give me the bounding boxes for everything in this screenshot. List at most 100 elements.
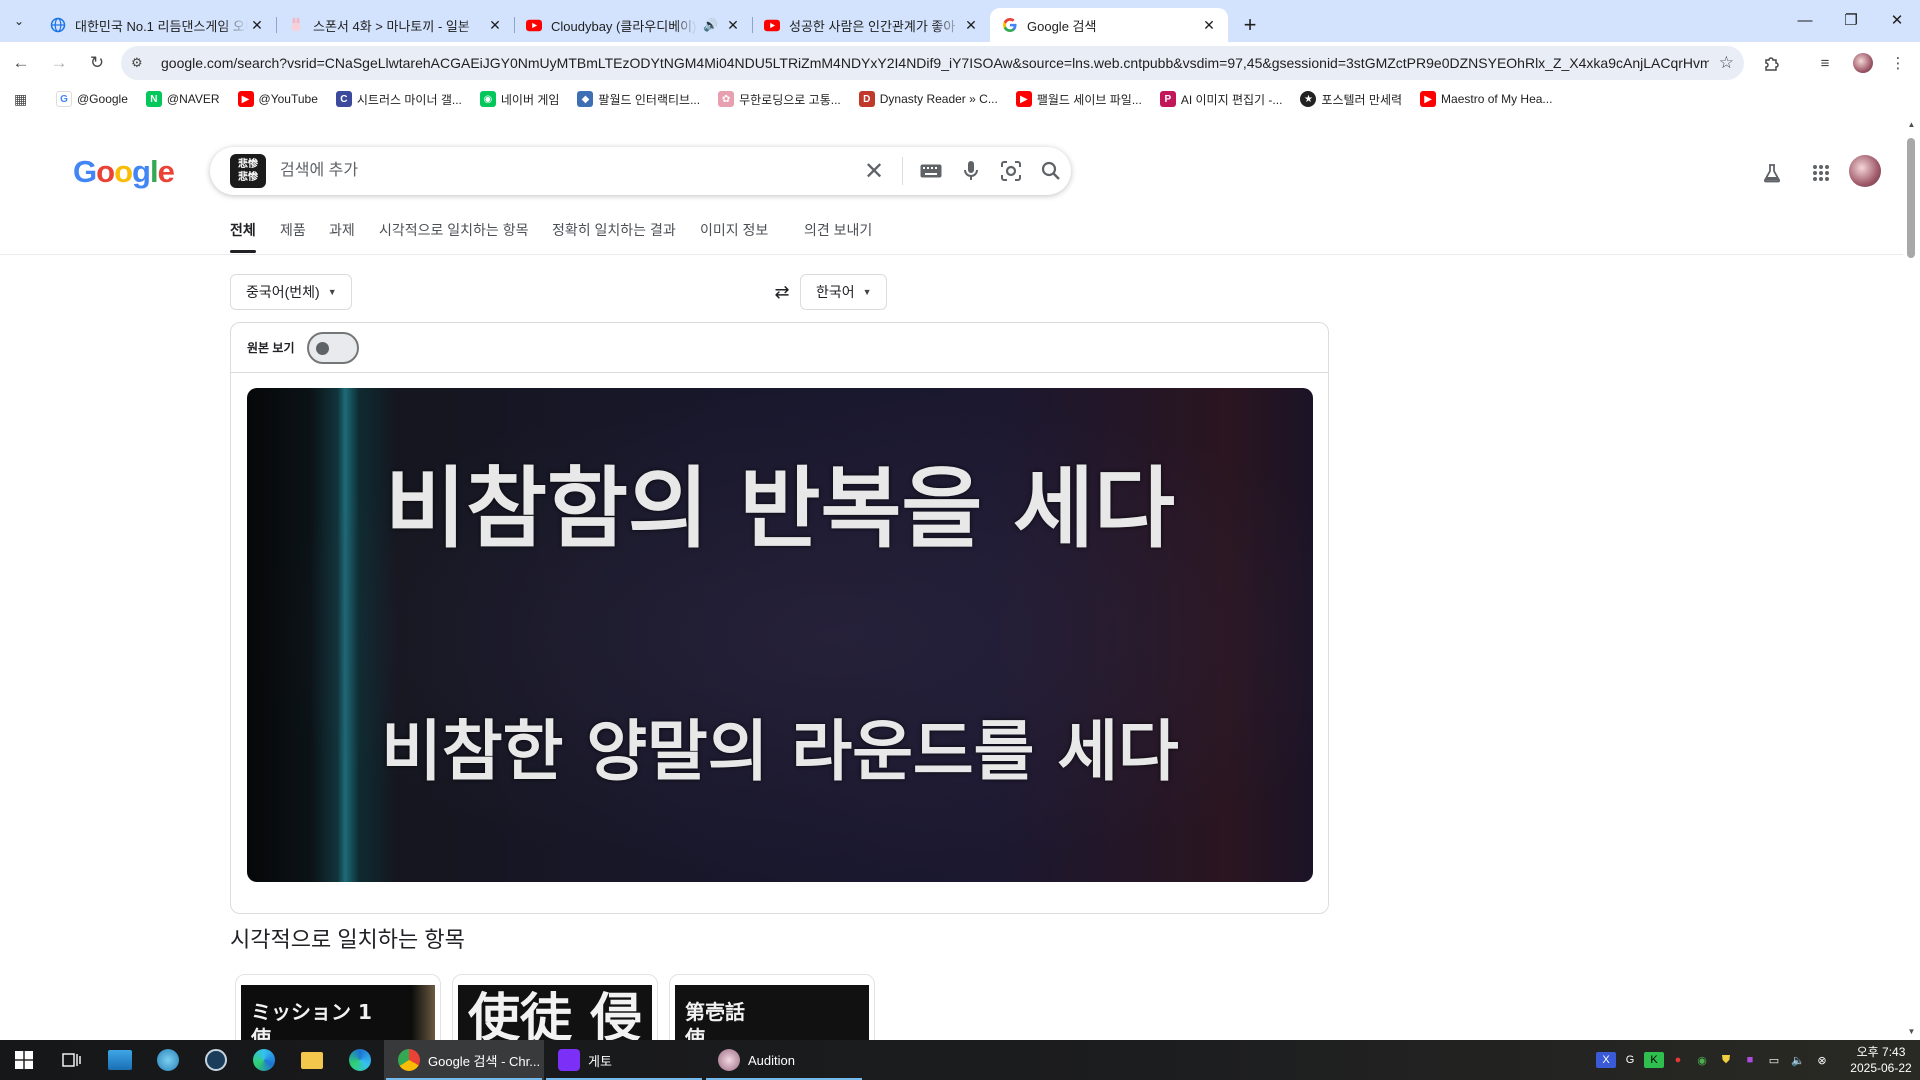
keyboard-icon[interactable] [911, 151, 951, 191]
desktop-app-icon[interactable] [96, 1040, 144, 1080]
bookmark-item[interactable]: ▶ Maestro of My Hea... [1420, 91, 1552, 107]
tray-app-icon[interactable]: ◉ [1692, 1052, 1712, 1068]
profile-avatar-icon[interactable] [1846, 46, 1880, 80]
kakaotalk-icon[interactable]: K [1644, 1052, 1664, 1068]
bookmark-star-icon[interactable]: ☆ [1719, 53, 1734, 73]
google-apps-grid-icon[interactable] [1804, 156, 1838, 190]
close-icon[interactable]: ✕ [1200, 16, 1218, 34]
bookmark-item[interactable]: ★ 포스텔러 만세력 [1300, 91, 1402, 108]
speaker-icon[interactable]: 🔊 [703, 18, 718, 32]
tray-app-icon[interactable]: ■ [1740, 1052, 1760, 1068]
translated-image[interactable]: 비참함의 반복을 세다 비참한 양말의 라운드를 세다 [247, 388, 1313, 882]
bookmark-item[interactable]: C 시트러스 마이너 갤... [335, 91, 462, 108]
window-close-icon[interactable]: ✕ [1874, 0, 1920, 40]
labs-flask-icon[interactable] [1755, 156, 1789, 190]
window-controls: — ❐ ✕ [1782, 0, 1920, 40]
close-icon[interactable]: ✕ [248, 16, 266, 34]
taskbar-clock[interactable]: 오후 7:43 2025-06-22 [1842, 1044, 1920, 1076]
site-info-icon[interactable]: ⚙ [131, 55, 153, 71]
tray-app-icon[interactable]: G [1620, 1052, 1640, 1068]
naver-game-icon: ◉ [479, 91, 496, 107]
search-magnifier-icon[interactable] [1031, 151, 1071, 191]
bookmark-item[interactable]: G @Google [56, 91, 128, 107]
scrollbar-thumb[interactable] [1907, 138, 1915, 258]
filter-tab-all[interactable]: 전체 [230, 220, 256, 253]
browser-tab-google-search[interactable]: Google 검색 ✕ [990, 8, 1228, 42]
visual-match-card[interactable]: 第壱話 使 [669, 974, 875, 1040]
bookmark-item[interactable]: ◉ 네이버 게임 [479, 91, 559, 108]
app-icon[interactable] [144, 1040, 192, 1080]
account-avatar[interactable] [1849, 155, 1881, 187]
file-explorer-icon[interactable] [288, 1040, 336, 1080]
tray-app-icon[interactable]: X [1596, 1052, 1616, 1068]
close-icon[interactable]: ✕ [486, 16, 504, 34]
microphone-icon[interactable] [951, 151, 991, 191]
extensions-puzzle-icon[interactable] [1755, 46, 1789, 80]
bookmark-item[interactable]: ▶ 팰월드 세이브 파일... [1015, 91, 1142, 108]
task-view-icon[interactable] [48, 1040, 96, 1080]
bookmark-item[interactable]: P AI 이미지 편집기 -... [1159, 91, 1282, 108]
filter-tab-products[interactable]: 제품 [280, 220, 306, 240]
close-circle-icon[interactable]: ⊗ [1812, 1052, 1832, 1068]
scroll-up-arrow-icon[interactable]: ▲ [1903, 120, 1920, 129]
search-input[interactable] [280, 148, 854, 194]
translation-result-card: 원본 보기 비참함의 반복을 세다 비참한 양말의 라운드를 세다 [230, 322, 1329, 914]
bookmark-label: @YouTube [258, 92, 318, 106]
visual-match-card[interactable]: ミッション 1 使 [235, 974, 441, 1040]
taskbar-window-audition[interactable]: Audition [704, 1040, 864, 1080]
toggle-knob [315, 341, 329, 355]
windows-start-icon[interactable] [0, 1040, 48, 1080]
lens-camera-icon[interactable] [991, 151, 1031, 191]
browser-tab-manatoki[interactable]: 스폰서 4화 > 마나토끼 - 일본 ✕ [276, 8, 514, 42]
source-language-dropdown[interactable]: 중국어(번체) ▼ [230, 274, 352, 310]
bookmark-item[interactable]: ◆ 팔월드 인터랙티브... [577, 91, 700, 108]
visual-match-card[interactable]: 使徒 侵 [452, 974, 658, 1040]
tab-search-chevron-icon[interactable]: ⌄ [0, 0, 38, 42]
target-language-dropdown[interactable]: 한국어 ▼ [800, 274, 887, 310]
bookmark-item[interactable]: ▶ @YouTube [237, 91, 318, 107]
filter-tab-exact-matches[interactable]: 정확히 일치하는 결과 [552, 220, 676, 240]
taskbar-window-chrome[interactable]: Google 검색 - Chr... [384, 1040, 544, 1080]
swap-languages-icon[interactable]: ⇄ [767, 278, 797, 306]
edge-icon[interactable] [336, 1040, 384, 1080]
kebab-menu-icon[interactable]: ⋮ [1881, 46, 1915, 80]
browser-tab-youtube-video[interactable]: 성공한 사람은 인간관계가 좋아 ✕ [752, 8, 990, 42]
edge-icon[interactable] [240, 1040, 288, 1080]
filter-tab-feedback[interactable]: 의견 보내기 [804, 220, 872, 240]
browser-tab-audition[interactable]: 대한민국 No.1 리듬댄스게임 오디션 ✕ [38, 8, 276, 42]
bookmark-item[interactable]: ✿ 무한로딩으로 고통... [718, 91, 841, 108]
reload-icon[interactable]: ↻ [80, 46, 114, 80]
bookmark-label: 포스텔러 만세력 [1321, 92, 1403, 107]
browser-tab-cloudybay[interactable]: Cloudybay (클라우디베이) 🔊 ✕ [514, 8, 752, 42]
bookmark-item[interactable]: N @NAVER [145, 91, 220, 107]
media-control-icon[interactable]: ≡ [1808, 46, 1842, 80]
apps-grid-icon[interactable]: ▦ [14, 91, 34, 108]
taskbar-window-geto[interactable]: 게토 [544, 1040, 704, 1080]
filter-tab-homework[interactable]: 과제 [329, 220, 355, 240]
rabbit-icon [288, 17, 304, 33]
address-bar[interactable]: ⚙ google.com/search?vsrid=CNaSgeLlwtareh… [121, 46, 1744, 80]
visual-match-image: 第壱話 使 [675, 985, 869, 1040]
clear-x-icon[interactable]: ✕ [854, 157, 894, 186]
page-scrollbar[interactable]: ▲ ▼ [1903, 114, 1920, 1040]
close-icon[interactable]: ✕ [962, 16, 980, 34]
scroll-down-arrow-icon[interactable]: ▼ [1903, 1027, 1920, 1036]
shield-icon[interactable]: ⛊ [1716, 1052, 1736, 1068]
url-text[interactable]: google.com/search?vsrid=CNaSgeLlwtarehAC… [161, 55, 1709, 71]
close-icon[interactable]: ✕ [724, 16, 742, 34]
volume-icon[interactable]: 🔈 [1788, 1052, 1808, 1068]
filter-tab-image-info[interactable]: 이미지 정보 [700, 220, 768, 240]
restore-icon[interactable]: ❐ [1828, 0, 1874, 40]
show-original-toggle[interactable] [306, 331, 359, 364]
new-tab-plus-icon[interactable]: + [1232, 8, 1268, 42]
network-icon[interactable]: ▭ [1764, 1052, 1784, 1068]
forward-arrow-icon[interactable]: → [42, 46, 76, 80]
google-logo[interactable]: Google [73, 154, 175, 190]
bookmark-item[interactable]: D Dynasty Reader » C... [858, 91, 998, 107]
search-image-thumbnail[interactable]: 悲惨 悲惨 [230, 154, 266, 188]
filter-tab-visual-matches[interactable]: 시각적으로 일치하는 항목 [379, 220, 528, 240]
tray-record-icon[interactable]: ● [1668, 1052, 1688, 1068]
back-arrow-icon[interactable]: ← [4, 46, 38, 80]
minimize-icon[interactable]: — [1782, 0, 1828, 40]
steam-icon[interactable] [192, 1040, 240, 1080]
